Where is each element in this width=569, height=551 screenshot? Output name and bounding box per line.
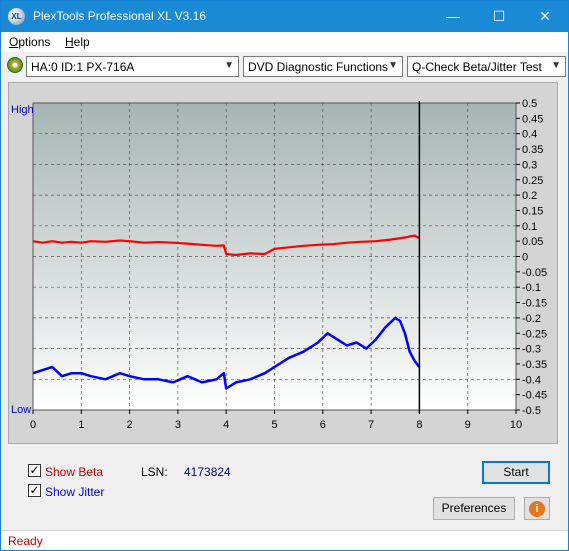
show-beta-label[interactable]: Show Beta xyxy=(45,465,103,479)
y-tick-label: 0.35 xyxy=(522,144,543,156)
y-tick-label: -0.3 xyxy=(522,344,541,356)
x-tick-label: 4 xyxy=(223,419,229,431)
test-select[interactable]: Q-Check Beta/Jitter Test ▼ xyxy=(407,56,566,77)
y-tick-label: -0.05 xyxy=(522,267,547,279)
info-button[interactable]: i xyxy=(524,497,550,520)
app-window: XL PlexTools Professional XL V3.16 — ☐ ✕… xyxy=(0,0,569,551)
status-bar: Ready xyxy=(1,530,568,550)
x-tick-label: 0 xyxy=(30,419,36,431)
chart-panel: High Low 0 1 2 3 4 5 6 7 8 9 10 0.5 0.45 0.4 0.35 0.3 0… xyxy=(8,82,558,444)
test-select-value: Q-Check Beta/Jitter Test xyxy=(412,60,542,74)
menu-help-accel: H xyxy=(65,35,74,49)
y-tick-label: 0.2 xyxy=(522,190,537,202)
high-label: High xyxy=(11,104,34,116)
x-tick-label: 10 xyxy=(510,419,522,431)
drive-select-value: HA:0 ID:1 PX-716A xyxy=(31,60,135,74)
toolbar: HA:0 ID:1 PX-716A ▼ DVD Diagnostic Funct… xyxy=(1,53,568,79)
disc-drive-icon xyxy=(7,57,23,73)
function-select-value: DVD Diagnostic Functions xyxy=(248,60,389,74)
lsn-label: LSN: xyxy=(141,465,168,479)
x-tick-label: 2 xyxy=(127,419,133,431)
x-tick-label: 3 xyxy=(175,419,181,431)
chevron-down-icon: ▼ xyxy=(224,60,234,71)
y-tick-label: 0 xyxy=(522,252,528,264)
chevron-down-icon: ▼ xyxy=(551,60,561,71)
window-title: PlexTools Professional XL V3.16 xyxy=(33,9,206,23)
plextools-app-icon: XL xyxy=(8,8,25,25)
x-tick-label: 8 xyxy=(416,419,422,431)
minimize-button[interactable]: — xyxy=(430,1,476,32)
menu-help[interactable]: Help xyxy=(65,35,90,49)
y-tick-label: -0.2 xyxy=(522,313,541,325)
y-tick-label: -0.35 xyxy=(522,359,547,371)
x-axis-ticks: 0 1 2 3 4 5 6 7 8 9 10 xyxy=(30,410,522,431)
x-tick-label: 1 xyxy=(78,419,84,431)
menu-options-accel: O xyxy=(9,35,19,49)
y-tick-label: -0.15 xyxy=(522,298,547,310)
y-tick-label: 0.5 xyxy=(522,98,537,110)
y-tick-label: 0.45 xyxy=(522,113,543,125)
drive-select[interactable]: HA:0 ID:1 PX-716A ▼ xyxy=(26,56,239,77)
y-tick-label: 0.1 xyxy=(522,221,537,233)
menu-help-rest: elp xyxy=(73,35,90,49)
function-select[interactable]: DVD Diagnostic Functions ▼ xyxy=(243,56,403,77)
maximize-button[interactable]: ☐ xyxy=(476,1,522,32)
preferences-button[interactable]: Preferences xyxy=(433,497,515,520)
y-tick-label: 0.25 xyxy=(522,175,543,187)
show-beta-checkbox[interactable]: ✓ xyxy=(28,464,41,477)
menu-bar: Options Help xyxy=(1,32,568,52)
y-tick-label: 0.05 xyxy=(522,236,543,248)
title-bar: XL PlexTools Professional XL V3.16 — ☐ ✕ xyxy=(1,1,568,32)
menu-options[interactable]: Options xyxy=(9,35,50,49)
y-tick-label: 0.15 xyxy=(522,205,543,217)
y-tick-label: -0.1 xyxy=(522,282,541,294)
y-tick-label: -0.5 xyxy=(522,405,541,417)
y-tick-label: 0.4 xyxy=(522,129,537,141)
low-label: Low xyxy=(11,404,31,416)
y-tick-label: -0.25 xyxy=(522,328,547,340)
show-jitter-checkbox[interactable]: ✓ xyxy=(28,484,41,497)
y-axis-ticks: 0.5 0.45 0.4 0.35 0.3 0.25 0.2 0.15 0.1 0.05 0 -0.0… xyxy=(516,98,547,417)
info-icon: i xyxy=(529,501,545,517)
y-tick-label: 0.3 xyxy=(522,159,537,171)
beta-jitter-chart: High Low 0 1 2 3 4 5 6 7 8 9 10 0.50.450.40.350.30… xyxy=(11,98,547,431)
start-button[interactable]: Start xyxy=(482,461,550,484)
show-jitter-label[interactable]: Show Jitter xyxy=(45,485,104,499)
controls-panel: ✓ Show Beta ✓ Show Jitter LSN: 4173824 S… xyxy=(8,453,558,523)
y-tick-label: -0.4 xyxy=(522,374,541,386)
y-tick-label: -0.45 xyxy=(522,390,547,402)
chevron-down-icon: ▼ xyxy=(388,60,398,71)
menu-options-rest: ptions xyxy=(18,35,51,49)
x-tick-label: 9 xyxy=(465,419,471,431)
status-text: Ready xyxy=(8,534,43,548)
close-button[interactable]: ✕ xyxy=(522,1,568,32)
lsn-value: 4173824 xyxy=(184,465,231,479)
x-tick-label: 6 xyxy=(320,419,326,431)
x-tick-label: 7 xyxy=(368,419,374,431)
x-tick-label: 5 xyxy=(271,419,277,431)
